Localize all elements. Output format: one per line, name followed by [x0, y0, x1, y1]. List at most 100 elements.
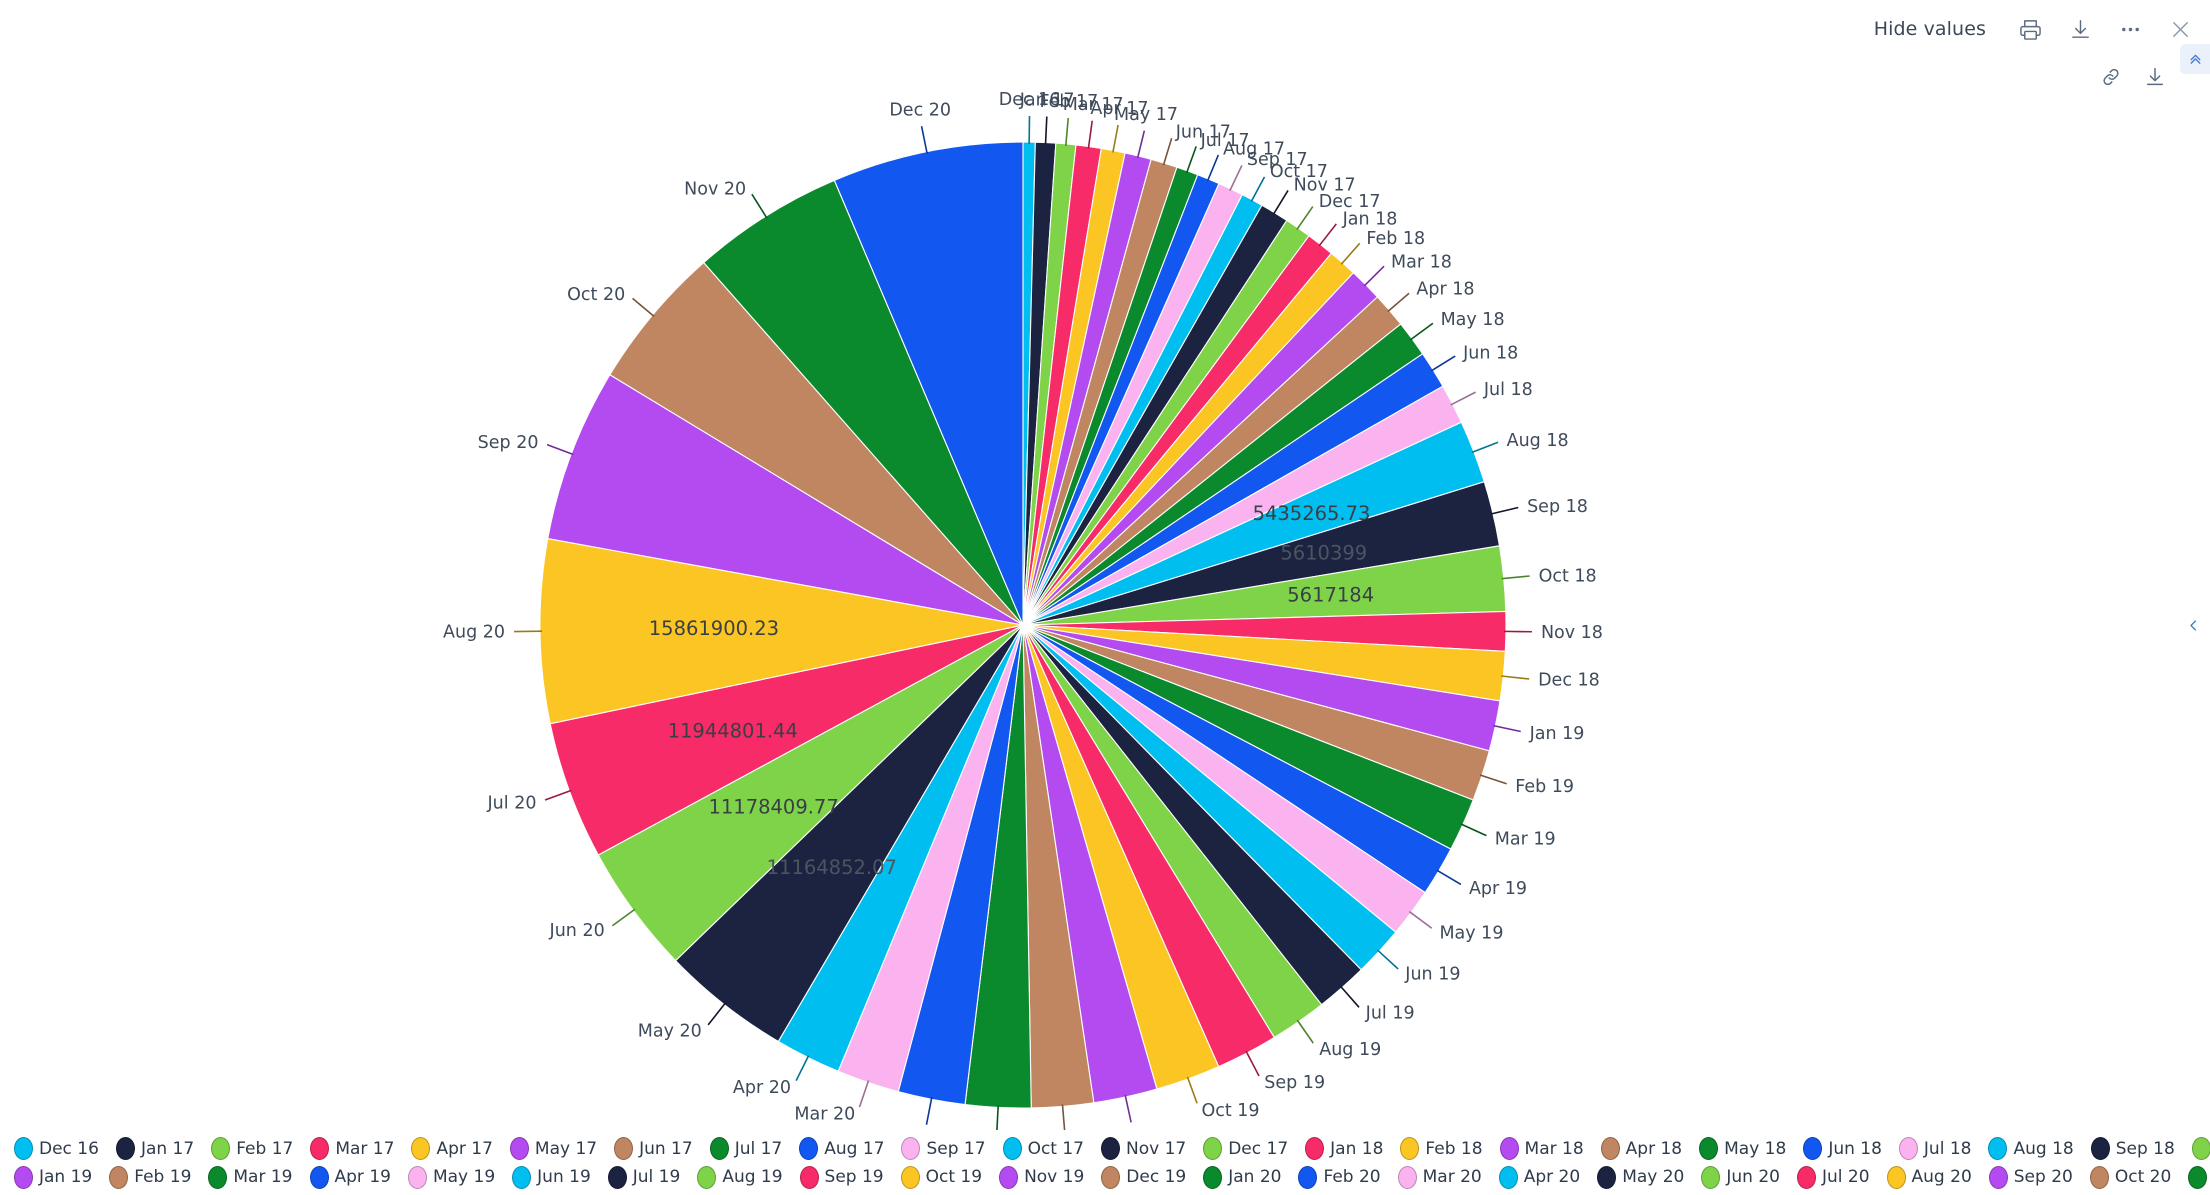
legend-item[interactable]: Nov 19 [999, 1165, 1085, 1189]
legend-item[interactable]: Feb 17 [211, 1137, 293, 1161]
legend-swatch [1298, 1165, 1318, 1189]
legend-item[interactable]: Apr 19 [309, 1165, 391, 1189]
legend-item[interactable]: Apr 17 [411, 1137, 493, 1161]
legend-item[interactable]: Jun 19 [512, 1165, 591, 1189]
legend-item[interactable]: Oct 17 [1002, 1137, 1084, 1161]
legend-item[interactable]: Sep 17 [901, 1137, 986, 1161]
legend-item[interactable]: Sep 19 [799, 1165, 884, 1189]
legend-label: Apr 19 [334, 1167, 391, 1188]
download-button[interactable] [2058, 8, 2102, 50]
legend-item[interactable]: Jan 19 [14, 1165, 92, 1189]
chart-legend: Dec 16 Jan 17 Feb 17 Mar 17 Apr 17 May 17 Jun … [0, 1133, 2210, 1195]
print-button[interactable] [2008, 8, 2052, 50]
legend-swatch [411, 1137, 431, 1161]
legend-label: Sep 17 [926, 1138, 986, 1159]
legend-item[interactable]: Feb 20 [1298, 1165, 1381, 1189]
legend-item[interactable]: Mar 18 [1499, 1137, 1584, 1161]
legend-item[interactable]: Aug 18 [1988, 1137, 2074, 1161]
legend-item[interactable]: Sep 18 [2090, 1137, 2175, 1161]
leader-line [996, 1105, 999, 1130]
legend-item[interactable]: Aug 17 [799, 1137, 884, 1161]
pie-category-label: May 19 [1439, 923, 1503, 943]
legend-item[interactable]: May 17 [509, 1137, 597, 1161]
leader-line [1272, 190, 1289, 215]
leader-line [1206, 154, 1220, 182]
legend-item[interactable]: Feb 19 [109, 1165, 191, 1189]
legend-item[interactable]: Sep 20 [1988, 1165, 2073, 1189]
legend-item[interactable]: Jan 17 [115, 1137, 194, 1161]
legend-item[interactable]: Apr 20 [1498, 1165, 1580, 1189]
legend-item[interactable]: Nov 20 [2188, 1165, 2210, 1189]
legend-swatch [607, 1165, 627, 1189]
legend-item[interactable]: Feb 18 [1400, 1137, 1483, 1161]
leader-line [546, 443, 574, 456]
legend-item[interactable]: Dec 16 [14, 1137, 99, 1161]
legend-item[interactable]: Oct 19 [900, 1165, 983, 1189]
legend-label: Apr 17 [436, 1138, 493, 1159]
legend-item[interactable]: Oct 20 [2089, 1165, 2171, 1189]
legend-label: Apr 18 [1625, 1138, 1683, 1159]
leader-line [1229, 165, 1243, 192]
legend-item[interactable]: Mar 20 [1397, 1165, 1482, 1189]
legend-swatch [2191, 1137, 2210, 1161]
legend-swatch [1203, 1165, 1223, 1189]
legend-item[interactable]: Jul 17 [709, 1137, 783, 1161]
legend-item[interactable]: Jan 18 [1305, 1137, 1383, 1161]
legend-label: Aug 20 [1911, 1167, 1972, 1188]
download-icon-secondary[interactable] [2144, 66, 2166, 92]
link-icon[interactable] [2100, 66, 2122, 92]
legend-item[interactable]: Jul 20 [1796, 1165, 1870, 1189]
legend-item[interactable]: May 20 [1597, 1165, 1684, 1189]
legend-swatch [1699, 1137, 1719, 1161]
legend-label: Aug 18 [2013, 1138, 2074, 1159]
legend-swatch [1701, 1165, 1721, 1189]
legend-label: Oct 19 [925, 1167, 983, 1188]
pie-category-label: Jan 18 [1342, 209, 1398, 229]
legend-label: Sep 20 [2013, 1167, 2073, 1188]
leader-line [1112, 124, 1119, 153]
leader-line [1162, 137, 1173, 166]
pie-value-label: 5435265.73 [1253, 502, 1371, 525]
legend-swatch [1988, 1137, 2008, 1161]
legend-item[interactable]: Nov 17 [1101, 1137, 1186, 1161]
legend-label: Mar 20 [1422, 1167, 1482, 1188]
legend-item[interactable]: Dec 17 [1203, 1137, 1289, 1161]
more-options-button[interactable] [2108, 8, 2152, 50]
chevron-double-up-icon [2187, 49, 2204, 70]
legend-item[interactable]: Mar 17 [310, 1137, 394, 1161]
pie-value-label: 15861900.23 [649, 617, 779, 640]
legend-swatch [1600, 1137, 1620, 1161]
legend-label: Dec 17 [1228, 1138, 1289, 1159]
chevron-left-icon [2186, 616, 2201, 639]
pie-category-label: Jan 19 [1529, 724, 1585, 744]
legend-item[interactable]: Jan 20 [1203, 1165, 1281, 1189]
pie-value-label: 11944801.44 [668, 719, 798, 742]
legend-swatch [1305, 1137, 1325, 1161]
collapse-panel-tab[interactable] [2180, 44, 2210, 74]
legend-item[interactable]: Jul 18 [1898, 1137, 1971, 1161]
legend-item[interactable]: Jun 20 [1701, 1165, 1780, 1189]
legend-label: Sep 19 [824, 1167, 884, 1188]
pie-category-label: Nov 20 [684, 179, 746, 199]
legend-item[interactable]: Mar 19 [208, 1165, 293, 1189]
legend-label: Nov 19 [1024, 1167, 1085, 1188]
legend-swatch [115, 1137, 135, 1161]
legend-label: Jun 17 [639, 1138, 693, 1159]
legend-item[interactable]: May 19 [407, 1165, 495, 1189]
legend-item[interactable]: Aug 20 [1886, 1165, 1972, 1189]
legend-item[interactable]: Jun 18 [1803, 1137, 1882, 1161]
hide-values-button[interactable]: Hide values [1857, 8, 2002, 50]
legend-item[interactable]: Aug 19 [697, 1165, 783, 1189]
legend-item[interactable]: Dec 19 [1101, 1165, 1186, 1189]
legend-item[interactable]: Jun 17 [614, 1137, 693, 1161]
pie-category-label: Aug 19 [1319, 1040, 1381, 1060]
legend-label: Jul 17 [734, 1138, 783, 1159]
collapse-sidebar-button[interactable] [2182, 610, 2204, 644]
legend-swatch [799, 1165, 819, 1189]
legend-item[interactable]: Apr 18 [1600, 1137, 1683, 1161]
legend-item[interactable]: Jul 19 [607, 1165, 680, 1189]
leader-line [1044, 116, 1048, 145]
legend-item[interactable]: May 18 [1699, 1137, 1786, 1161]
legend-row: Jan 19 Feb 19 Mar 19 Apr 19 May 19 Jun 19 Jul … [0, 1165, 2210, 1190]
legend-item[interactable]: Oct 18 [2191, 1137, 2210, 1161]
